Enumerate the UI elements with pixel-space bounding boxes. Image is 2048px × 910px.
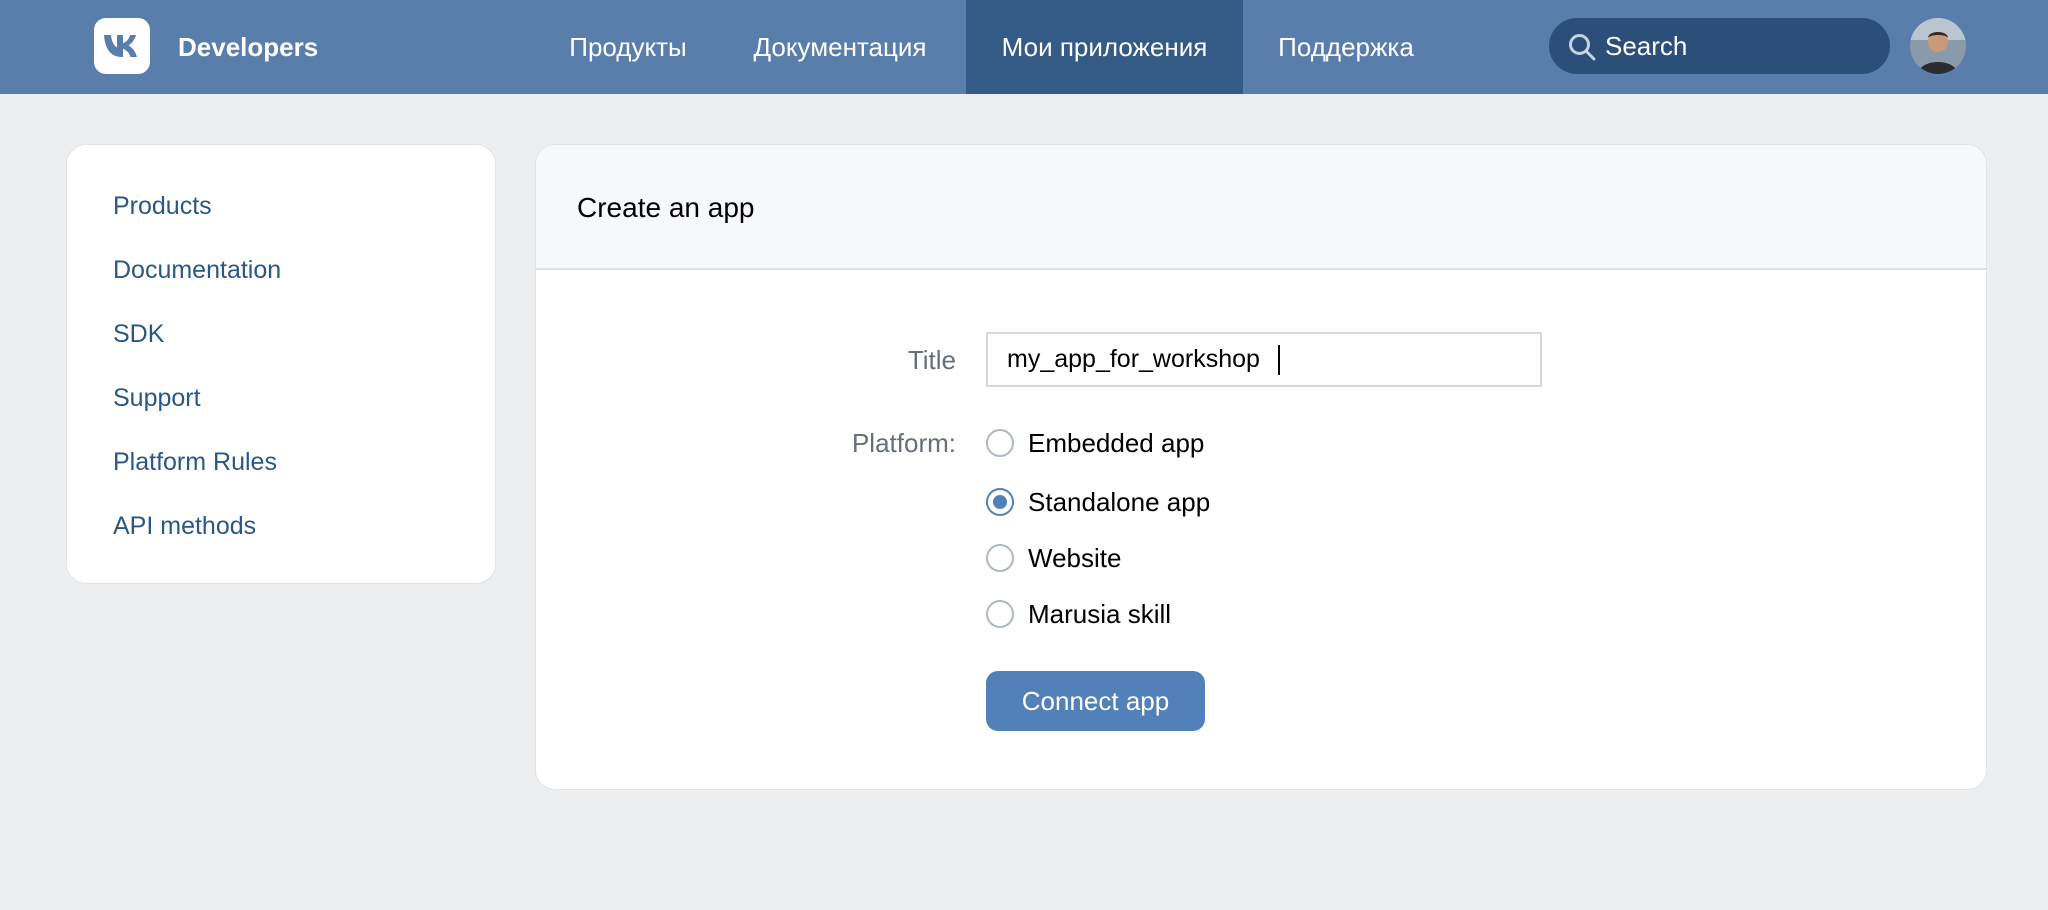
text-caret [1278, 345, 1280, 375]
vk-logo-icon[interactable] [94, 18, 150, 74]
user-avatar[interactable] [1910, 18, 1966, 74]
sidebar-item-api-methods[interactable]: API methods [113, 510, 256, 542]
sidebar-item-support[interactable]: Support [113, 382, 201, 414]
create-app-card: Create an app Title Platform: Embedded a… [535, 144, 1987, 790]
nav-item-support[interactable]: Поддержка [1262, 0, 1430, 94]
radio-button[interactable] [986, 600, 1014, 628]
radio-label: Marusia skill [1028, 598, 1172, 629]
page-title: Create an app [577, 192, 755, 223]
connect-app-button[interactable]: Connect app [986, 671, 1205, 731]
radio-marusia-skill[interactable]: Marusia skill [986, 598, 1171, 630]
platform-label: Platform: [851, 428, 956, 458]
sidebar: Products Documentation SDK Support Platf… [66, 144, 496, 584]
radio-embedded-app[interactable]: Embedded app [986, 427, 1204, 459]
top-header: Developers Продукты Документация Мои при… [0, 0, 2048, 94]
search-box[interactable] [1549, 18, 1890, 74]
radio-label: Embedded app [1028, 427, 1205, 458]
radio-label: Website [1028, 542, 1122, 573]
title-input[interactable] [986, 332, 1542, 387]
radio-button[interactable] [986, 544, 1014, 572]
nav-item-products[interactable]: Продукты [552, 0, 704, 94]
radio-button-selected[interactable] [986, 488, 1014, 516]
radio-website[interactable]: Website [986, 542, 1121, 574]
sidebar-item-documentation[interactable]: Documentation [113, 254, 281, 286]
sidebar-item-products[interactable]: Products [113, 190, 212, 222]
radio-label: Standalone app [1028, 486, 1211, 517]
brand-name[interactable]: Developers [178, 31, 318, 63]
radio-button[interactable] [986, 429, 1014, 457]
radio-standalone-app[interactable]: Standalone app [986, 486, 1210, 518]
title-label: Title [907, 345, 956, 375]
nav-item-my-apps[interactable]: Мои приложения [966, 0, 1243, 94]
sidebar-item-platform-rules[interactable]: Platform Rules [113, 446, 277, 478]
nav-item-documentation[interactable]: Документация [734, 0, 946, 94]
card-header: Create an app [536, 145, 1986, 270]
sidebar-item-sdk[interactable]: SDK [113, 318, 164, 350]
search-icon [1569, 34, 1596, 61]
search-input[interactable] [1605, 18, 1875, 74]
